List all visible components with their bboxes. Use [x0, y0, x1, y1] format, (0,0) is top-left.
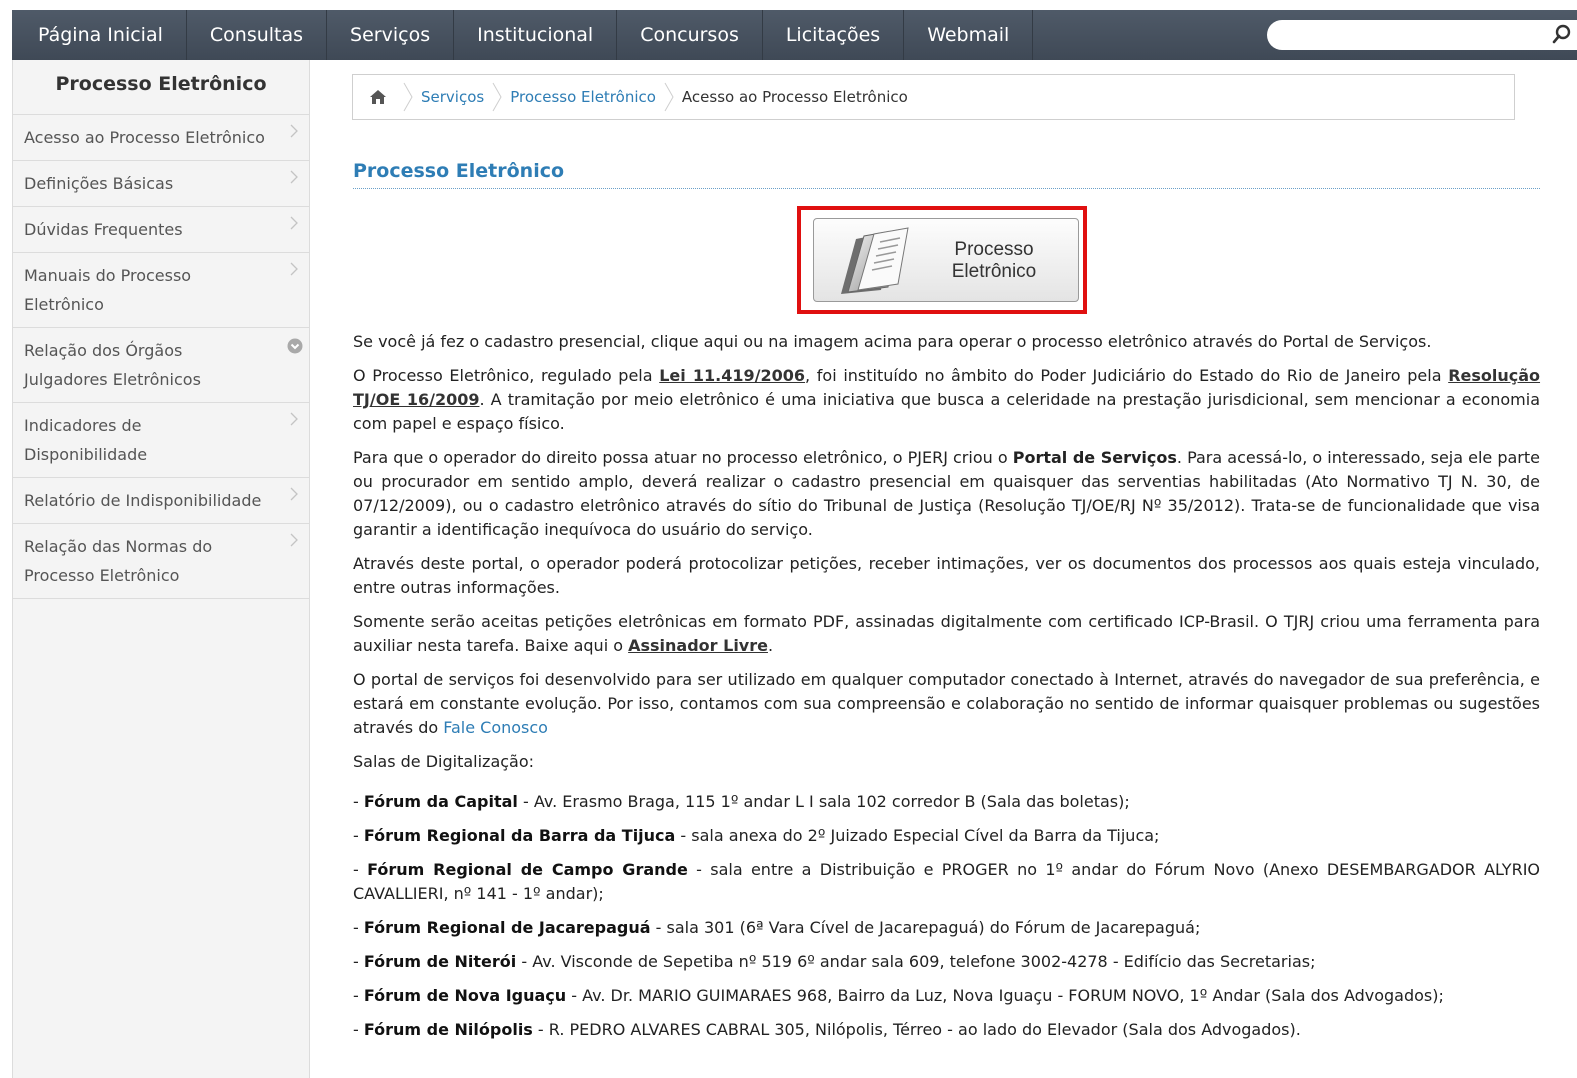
banner-label-line-1: Processo: [954, 239, 1034, 260]
list-item: - Fórum de Nova Iguaçu - Av. Dr. MARIO G…: [353, 986, 1444, 1005]
chevron-down-circle-icon: [287, 338, 303, 354]
text: Somente serão aceitas petições eletrônic…: [353, 612, 1540, 655]
portal-servicos-bold: Portal de Serviços: [1012, 448, 1177, 467]
sidebar-item-label: Manuais do Processo Eletrônico: [24, 266, 192, 314]
text: O Processo Eletrônico, regulado pela: [353, 366, 660, 385]
top-navigation-bar: Página Inicial Consultas Serviços Instit…: [12, 10, 1577, 60]
chevron-right-icon: [290, 487, 298, 501]
forum-name: Fórum Regional de Jacarepaguá: [363, 918, 651, 937]
main-content: Se você já fez o cadastro presencial, cl…: [353, 330, 1540, 1052]
chevron-right-icon: [290, 533, 298, 547]
forum-name: Fórum Regional da Barra da Tijuca: [363, 826, 676, 845]
search-icon[interactable]: [1551, 23, 1573, 45]
forum-address: - sala 301 (6ª Vara Cível de Jacarepaguá…: [650, 918, 1201, 937]
chevron-right-icon: [290, 124, 298, 138]
sidebar-item-manuais[interactable]: Manuais do Processo Eletrônico: [13, 253, 309, 328]
breadcrumb-link-processo-eletronico[interactable]: Processo Eletrônico: [502, 88, 664, 106]
forum-name: Fórum da Capital: [363, 792, 518, 811]
breadcrumb-separator-icon: [664, 82, 674, 112]
page-title: Processo Eletrônico: [353, 160, 1540, 189]
list-item: - Fórum Regional de Jacarepaguá - sala 3…: [353, 918, 1201, 937]
nav-item-pagina-inicial[interactable]: Página Inicial: [12, 10, 187, 60]
breadcrumb: Serviços Processo Eletrônico Acesso ao P…: [352, 74, 1515, 120]
list-item: - Fórum Regional da Barra da Tijuca - sa…: [353, 826, 1160, 845]
sidebar-title: Processo Eletrônico: [13, 60, 309, 115]
salas-heading: Salas de Digitalização:: [353, 752, 535, 771]
sidebar-item-label: Relação das Normas do Processo Eletrônic…: [24, 537, 213, 585]
sidebar-item-definicoes-basicas[interactable]: Definições Básicas: [13, 161, 309, 207]
sidebar-item-label: Indicadores de Disponibilidade: [24, 416, 148, 464]
forum-address: - Av. Erasmo Braga, 115 1º andar L I sal…: [517, 792, 1130, 811]
forum-address: - R. PEDRO ALVARES CABRAL 305, Nilópolis…: [532, 1020, 1301, 1039]
nav-item-servicos[interactable]: Serviços: [327, 10, 455, 60]
paragraph-fale-conosco: O portal de serviços foi desenvolvido pa…: [353, 668, 1540, 740]
chevron-right-icon: [290, 216, 298, 230]
list-item: - Fórum de Nilópolis - R. PEDRO ALVARES …: [353, 1020, 1301, 1039]
breadcrumb-link-servicos[interactable]: Serviços: [413, 88, 492, 106]
processo-eletronico-banner-button[interactable]: Processo Eletrônico: [813, 218, 1079, 302]
forum-name: Fórum de Nilópolis: [363, 1020, 533, 1039]
text: , foi instituído no âmbito do Poder Judi…: [805, 366, 1449, 385]
forum-name: Fórum de Nova Iguaçu: [363, 986, 567, 1005]
text: . A tramitação por meio eletrônico é uma…: [353, 390, 1541, 433]
sidebar-item-label: Relatório de Indisponibilidade: [24, 491, 262, 510]
search-box: [1267, 20, 1577, 50]
breadcrumb-current: Acesso ao Processo Eletrônico: [681, 88, 908, 106]
breadcrumb-separator-icon: [492, 82, 502, 112]
nav-item-consultas[interactable]: Consultas: [187, 10, 328, 60]
forum-address: - Av. Visconde de Sepetiba nº 519 6º and…: [516, 952, 1316, 971]
chevron-right-icon: [290, 170, 298, 184]
sidebar-item-relatorio-indisponibilidade[interactable]: Relatório de Indisponibilidade: [13, 478, 309, 524]
paragraph-intro: Se você já fez o cadastro presencial, cl…: [353, 332, 1432, 351]
forum-name: Fórum Regional de Campo Grande: [367, 860, 688, 879]
sidebar-item-label: Acesso ao Processo Eletrônico: [24, 128, 265, 147]
sidebar-item-label: Dúvidas Frequentes: [24, 220, 183, 239]
nav-item-webmail[interactable]: Webmail: [904, 10, 1034, 60]
list-item: - Fórum da Capital - Av. Erasmo Braga, 1…: [353, 792, 1130, 811]
chevron-right-icon: [290, 262, 298, 276]
assinador-livre-link[interactable]: Assinador Livre: [628, 636, 768, 655]
paragraph-pdf: Somente serão aceitas petições eletrônic…: [353, 610, 1540, 658]
forum-name: Fórum de Niterói: [363, 952, 517, 971]
nav-item-institucional[interactable]: Institucional: [454, 10, 618, 60]
home-icon[interactable]: [353, 75, 403, 119]
sidebar-item-label: Relação dos Órgãos Julgadores Eletrônico…: [24, 341, 201, 389]
fale-conosco-link[interactable]: Fale Conosco: [443, 718, 548, 737]
sidebar-item-duvidas-frequentes[interactable]: Dúvidas Frequentes: [13, 207, 309, 253]
highlight-frame: Processo Eletrônico: [797, 206, 1087, 314]
text: Para que o operador do direito possa atu…: [353, 448, 1013, 467]
forum-address: - sala anexa do 2º Juizado Especial Cíve…: [675, 826, 1160, 845]
list-item: - Fórum Regional de Campo Grande - sala …: [353, 860, 1541, 903]
lei-11419-link[interactable]: Lei 11.419/2006: [659, 366, 805, 385]
chevron-right-icon: [290, 412, 298, 426]
paragraph-portal: Para que o operador do direito possa atu…: [353, 446, 1540, 542]
documents-icon: [841, 227, 909, 294]
sidebar-item-indicadores[interactable]: Indicadores de Disponibilidade: [13, 403, 309, 478]
salas-list: - Fórum da Capital - Av. Erasmo Braga, 1…: [353, 790, 1540, 1042]
text: .: [767, 636, 774, 655]
sidebar-item-acesso-processo-eletronico[interactable]: Acesso ao Processo Eletrônico: [13, 115, 309, 161]
forum-address: - Av. Dr. MARIO GUIMARAES 968, Bairro da…: [566, 986, 1444, 1005]
paragraph-lei: O Processo Eletrônico, regulado pela Lei…: [353, 364, 1540, 436]
sidebar-item-relacao-orgaos[interactable]: Relação dos Órgãos Julgadores Eletrônico…: [13, 328, 309, 403]
list-item: - Fórum de Niterói - Av. Visconde de Sep…: [353, 952, 1316, 971]
sidebar-item-label: Definições Básicas: [24, 174, 174, 193]
search-input[interactable]: [1279, 20, 1553, 50]
paragraph-operador: Através deste portal, o operador poderá …: [353, 554, 1540, 597]
banner-label-line-2: Eletrônico: [951, 261, 1037, 282]
sidebar-item-relacao-normas[interactable]: Relação das Normas do Processo Eletrônic…: [13, 524, 309, 599]
breadcrumb-separator-icon: [403, 82, 413, 112]
nav-item-concursos[interactable]: Concursos: [617, 10, 763, 60]
banner-label: Processo Eletrônico: [942, 239, 1046, 283]
nav-item-licitacoes[interactable]: Licitações: [763, 10, 905, 60]
sidebar: Processo Eletrônico Acesso ao Processo E…: [12, 60, 310, 1078]
